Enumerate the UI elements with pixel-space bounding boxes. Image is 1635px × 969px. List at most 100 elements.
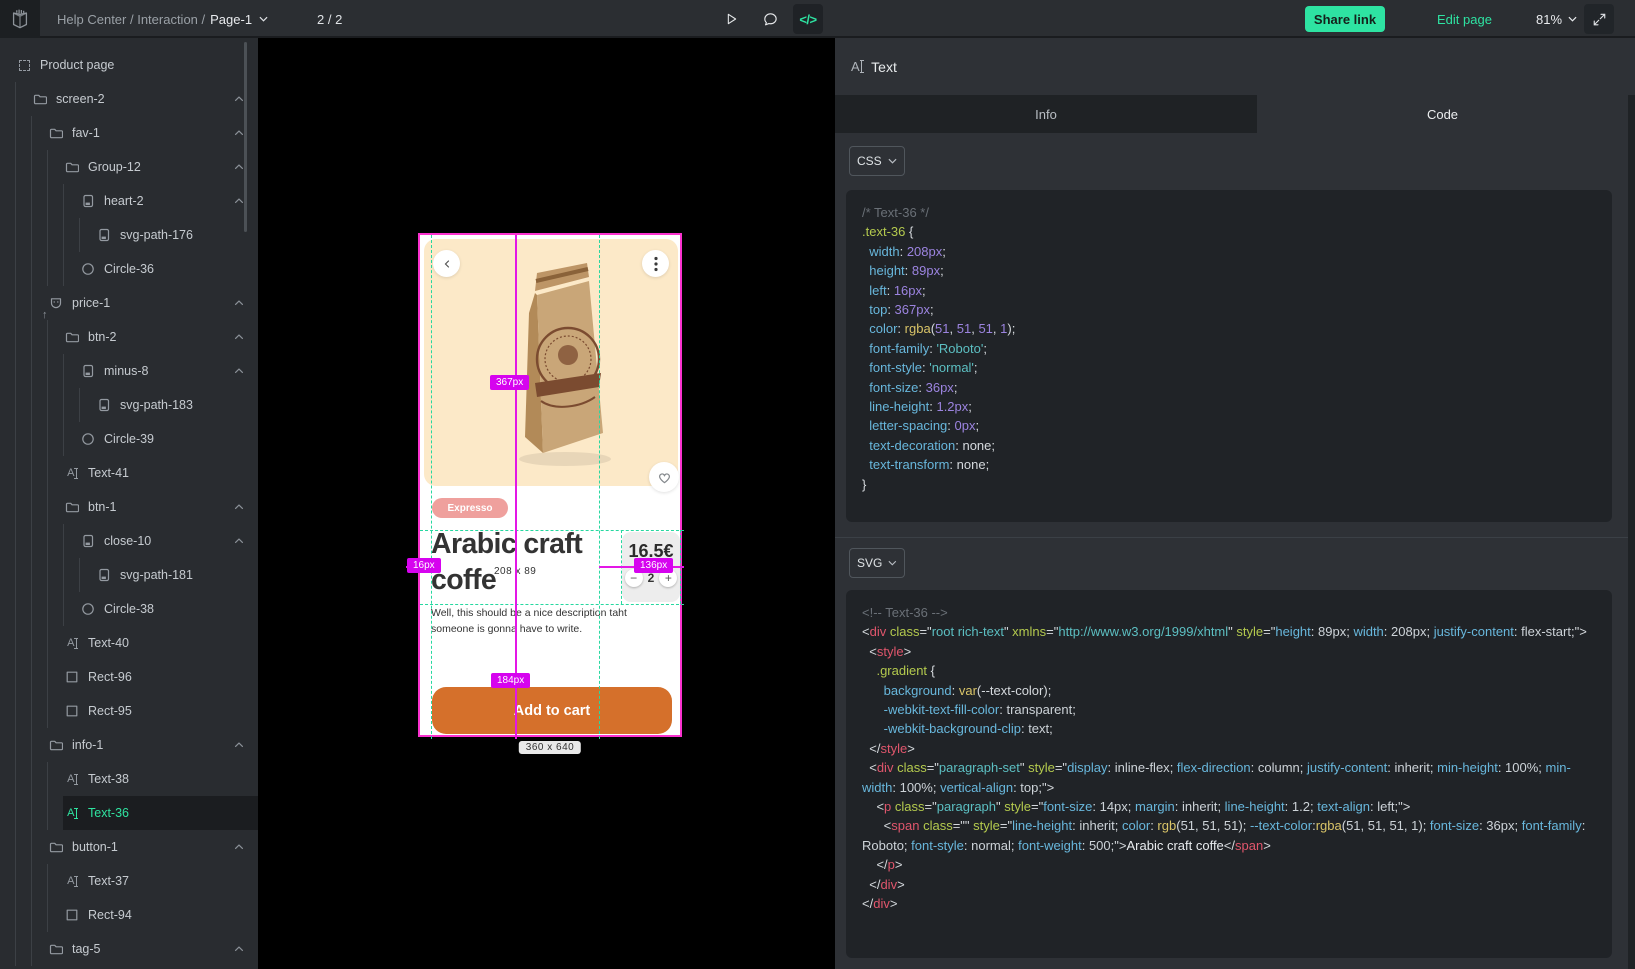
- collapse-chevron-icon[interactable]: [233, 943, 245, 955]
- tree-item-svg-path-183[interactable]: svg-path-183: [0, 388, 258, 422]
- product-description[interactable]: Well, this should be a nice description …: [431, 605, 627, 637]
- comment-button[interactable]: [755, 4, 785, 34]
- tree-item-button-1[interactable]: button-1: [0, 830, 258, 864]
- back-button[interactable]: [433, 250, 460, 277]
- tree-item-close-10[interactable]: close-10: [0, 524, 258, 558]
- indent-guide: [47, 456, 63, 490]
- code-line: background: var(--text-color);: [862, 681, 1596, 700]
- layer-label: fav-1: [72, 126, 100, 140]
- chevron-down-icon: [888, 560, 897, 566]
- tree-item-price-1[interactable]: price-1: [0, 286, 258, 320]
- product-title[interactable]: Arabic craft coffe: [431, 526, 615, 598]
- frame-icon: [17, 58, 31, 72]
- share-link-button[interactable]: Share link: [1305, 6, 1385, 32]
- css-dropdown-value: CSS: [857, 154, 882, 168]
- sidebar-scrollbar[interactable]: [244, 42, 247, 232]
- coffee-bag-image: [505, 251, 621, 469]
- tab-info[interactable]: Info: [835, 95, 1257, 133]
- breadcrumb-path[interactable]: Help Center / Interaction /: [57, 12, 205, 27]
- folder-icon: [65, 500, 79, 514]
- css-format-dropdown[interactable]: CSS: [849, 146, 905, 176]
- indent-guide: [47, 490, 63, 524]
- app-logo[interactable]: [0, 0, 40, 38]
- collapse-chevron-icon[interactable]: [233, 535, 245, 547]
- tree-item-info-1[interactable]: info-1: [0, 728, 258, 762]
- collapse-chevron-icon[interactable]: [233, 841, 245, 853]
- layer-label: price-1: [72, 296, 110, 310]
- tree-item-product-page[interactable]: Product page: [0, 48, 258, 82]
- css-code-block[interactable]: /* Text-36 */.text-36 { width: 208px; he…: [846, 190, 1612, 522]
- tree-item-rect-96[interactable]: Rect-96: [0, 660, 258, 694]
- tree-item-screen-2[interactable]: screen-2: [0, 82, 258, 116]
- tree-item-text-37[interactable]: AText-37: [0, 864, 258, 898]
- more-options-button[interactable]: [642, 250, 669, 277]
- collapse-chevron-icon[interactable]: [233, 501, 245, 513]
- indent-guide: [31, 592, 47, 626]
- add-to-cart-button[interactable]: Add to cart: [432, 687, 672, 734]
- indent-guide: [31, 864, 47, 898]
- indent-guide: [47, 762, 63, 796]
- indent-guide: [15, 320, 31, 354]
- tree-item-circle-36[interactable]: Circle-36: [0, 252, 258, 286]
- panel-scrollbar-gutter[interactable]: [1628, 95, 1635, 969]
- tree-item-tag-5[interactable]: tag-5: [0, 932, 258, 966]
- category-tag[interactable]: Expresso: [432, 498, 508, 518]
- tree-item-rect-94[interactable]: Rect-94: [0, 898, 258, 932]
- indent-guide: [47, 694, 63, 728]
- indent-guide: [31, 660, 47, 694]
- file-icon: [81, 194, 95, 208]
- layer-label: Rect-94: [88, 908, 132, 922]
- tree-item-heart-2[interactable]: heart-2: [0, 184, 258, 218]
- breadcrumb[interactable]: Help Center / Interaction / Page-1: [57, 0, 268, 38]
- indent-guide: [15, 830, 31, 864]
- tree-item-group-12[interactable]: Group-12: [0, 150, 258, 184]
- tree-item-btn-2[interactable]: btn-2: [0, 320, 258, 354]
- code-line: .text-36 {: [862, 222, 1596, 241]
- edit-page-link[interactable]: Edit page: [1437, 0, 1492, 38]
- zoom-level-value: 81%: [1536, 12, 1562, 27]
- indent-guide: [31, 490, 47, 524]
- code-view-button[interactable]: </>: [793, 4, 823, 34]
- indent-guide: [47, 524, 63, 558]
- indent-guide: [15, 592, 31, 626]
- svg-code-block[interactable]: <!-- Text-36 --><div class="root rich-te…: [846, 590, 1612, 958]
- tree-item-circle-39[interactable]: Circle-39: [0, 422, 258, 456]
- indent-guide: [15, 762, 31, 796]
- code-line: height: 89px;: [862, 261, 1596, 280]
- tree-item-fav-1[interactable]: fav-1: [0, 116, 258, 150]
- svg-format-dropdown[interactable]: SVG: [849, 548, 905, 578]
- indent-guide: [63, 524, 79, 558]
- collapse-chevron-icon[interactable]: [233, 365, 245, 377]
- tree-item-text-36[interactable]: AText-36: [0, 796, 258, 830]
- indent-guide: [63, 218, 79, 252]
- fullscreen-button[interactable]: [1584, 4, 1614, 34]
- svg-dropdown-value: SVG: [857, 556, 882, 570]
- tree-item-text-40[interactable]: AText-40: [0, 626, 258, 660]
- tree-item-text-38[interactable]: AText-38: [0, 762, 258, 796]
- zoom-level-control[interactable]: 81%: [1536, 0, 1577, 38]
- tree-item-minus-8[interactable]: minus-8: [0, 354, 258, 388]
- favorite-button[interactable]: [649, 462, 679, 492]
- screen-frame[interactable]: Expresso Arabic craft coffe 208 x 89 Wel…: [418, 233, 682, 737]
- guide-title-bottom: [420, 604, 684, 605]
- layer-label: Text-38: [88, 772, 129, 786]
- measure-badge-left: 16px: [407, 558, 441, 573]
- tab-code[interactable]: Code: [1257, 95, 1628, 133]
- breadcrumb-current-page[interactable]: Page-1: [210, 12, 252, 27]
- guide-title-top: [420, 530, 684, 531]
- tree-item-btn-1[interactable]: btn-1: [0, 490, 258, 524]
- tree-item-svg-path-181[interactable]: svg-path-181: [0, 558, 258, 592]
- tree-item-circle-38[interactable]: Circle-38: [0, 592, 258, 626]
- chevron-down-icon: [1568, 16, 1577, 22]
- tree-item-svg-path-176[interactable]: svg-path-176: [0, 218, 258, 252]
- tree-item-text-41[interactable]: AText-41: [0, 456, 258, 490]
- collapse-chevron-icon[interactable]: [233, 297, 245, 309]
- indent-guide: [15, 388, 31, 422]
- tree-item-rect-95[interactable]: Rect-95: [0, 694, 258, 728]
- page-indicator: 2 / 2: [317, 0, 342, 38]
- code-line: -webkit-background-clip: text;: [862, 719, 1596, 738]
- collapse-chevron-icon[interactable]: [233, 331, 245, 343]
- collapse-chevron-icon[interactable]: [233, 739, 245, 751]
- layer-label: btn-2: [88, 330, 117, 344]
- play-button[interactable]: [716, 4, 746, 34]
